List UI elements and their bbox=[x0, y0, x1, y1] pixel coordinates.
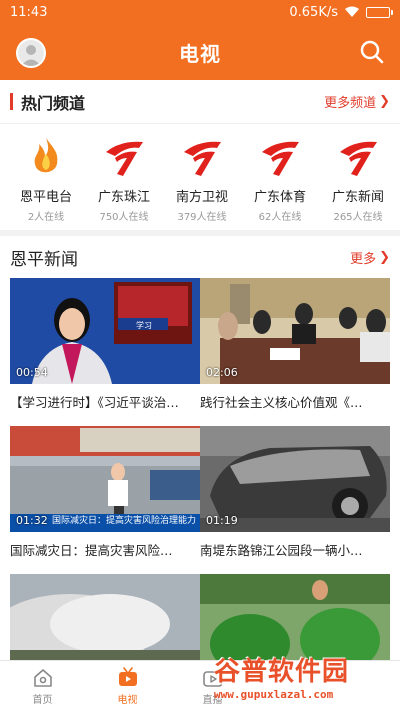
video-duration: 01:19 bbox=[206, 514, 238, 527]
video-card[interactable] bbox=[10, 574, 200, 660]
video-thumbnail: 01:32 国际减灾日：提高灾害风险治理能力 bbox=[10, 426, 200, 532]
channel-item[interactable]: 广东珠江 750人在线 bbox=[88, 134, 160, 223]
video-title: 国际减灾日：提高灾害风险… bbox=[10, 543, 173, 558]
channel-item[interactable]: 南方卫视 379人在线 bbox=[166, 134, 238, 223]
hot-channels-title: 热门频道 bbox=[21, 93, 86, 113]
avatar[interactable] bbox=[16, 38, 46, 68]
gdtv-logo-icon bbox=[340, 141, 377, 176]
tab-live[interactable]: 直播 bbox=[170, 661, 255, 711]
hot-channels-section: 热门频道 更多频道 ❯ 恩平电台 2人在线 广东珠江 750人在线 南方卫视 3… bbox=[0, 80, 400, 230]
video-card[interactable]: 02:06 践行社会主义核心价值观《… bbox=[200, 278, 390, 426]
home-icon bbox=[33, 668, 52, 687]
video-card[interactable]: 01:19 南堤东路锦江公园段一辆小… bbox=[200, 426, 390, 574]
channel-item[interactable]: 广东新闻 265人在线 bbox=[322, 134, 394, 223]
bottom-tab-bar: 首页 电视 直播 bbox=[0, 660, 400, 711]
video-title: 南堤东路锦江公园段一辆小… bbox=[200, 543, 363, 558]
news-section-title: 恩平新闻 bbox=[10, 249, 78, 270]
chevron-right-icon: ❯ bbox=[379, 249, 390, 265]
live-icon bbox=[202, 670, 223, 687]
channel-item[interactable]: 恩平电台 2人在线 bbox=[10, 134, 82, 223]
video-thumbnail: 学习 00:54 bbox=[10, 278, 200, 384]
video-duration: 01:32 bbox=[16, 514, 48, 527]
page-title: 电视 bbox=[179, 41, 221, 66]
video-duration: 02:06 bbox=[206, 366, 238, 379]
video-duration: 00:54 bbox=[16, 366, 48, 379]
video-subtitle: 国际减灾日：提高灾害风险治理能力 bbox=[52, 516, 197, 526]
video-thumbnail: 02:06 bbox=[200, 278, 390, 384]
gdtv-logo-icon bbox=[106, 141, 143, 176]
video-thumbnail: 01:19 bbox=[200, 426, 390, 532]
user-avatar-icon bbox=[18, 40, 44, 66]
svg-text:学习: 学习 bbox=[136, 320, 152, 330]
flame-logo-icon bbox=[34, 138, 58, 173]
local-news-section: 恩平新闻 更多 ❯ 学习 00:54 【学习进行时】《习近平谈治… 02:06 … bbox=[0, 236, 400, 660]
tab-tv[interactable]: 电视 bbox=[85, 661, 170, 711]
tab-home[interactable]: 首页 bbox=[0, 661, 85, 711]
video-title: 【学习进行时】《习近平谈治… bbox=[10, 395, 179, 410]
video-thumbnail bbox=[200, 574, 390, 660]
video-card[interactable] bbox=[200, 574, 390, 660]
battery-icon bbox=[366, 6, 393, 18]
wifi-icon bbox=[345, 6, 359, 17]
status-time: 11:43 bbox=[10, 4, 48, 20]
gdtv-logo-icon bbox=[262, 141, 299, 176]
more-channels-link[interactable]: 更多频道 ❯ bbox=[324, 92, 390, 111]
video-card[interactable]: 学习 00:54 【学习进行时】《习近平谈治… bbox=[10, 278, 200, 426]
video-thumbnail bbox=[10, 574, 200, 660]
video-title: 践行社会主义核心价值观《… bbox=[200, 395, 363, 410]
gdtv-logo-icon bbox=[184, 141, 221, 176]
search-icon[interactable] bbox=[358, 38, 386, 66]
status-bar: 11:43 0.65K/s bbox=[0, 0, 400, 24]
app-bar: 电视 bbox=[0, 24, 400, 80]
video-card[interactable]: 01:32 国际减灾日：提高灾害风险治理能力 国际减灾日：提高灾害风险… bbox=[10, 426, 200, 574]
tv-icon bbox=[118, 666, 137, 686]
network-speed: 0.65K/s bbox=[289, 4, 338, 20]
channel-item[interactable]: 广东体育 62人在线 bbox=[244, 134, 316, 223]
more-news-link[interactable]: 更多 ❯ bbox=[350, 248, 390, 267]
chevron-right-icon: ❯ bbox=[379, 94, 390, 109]
